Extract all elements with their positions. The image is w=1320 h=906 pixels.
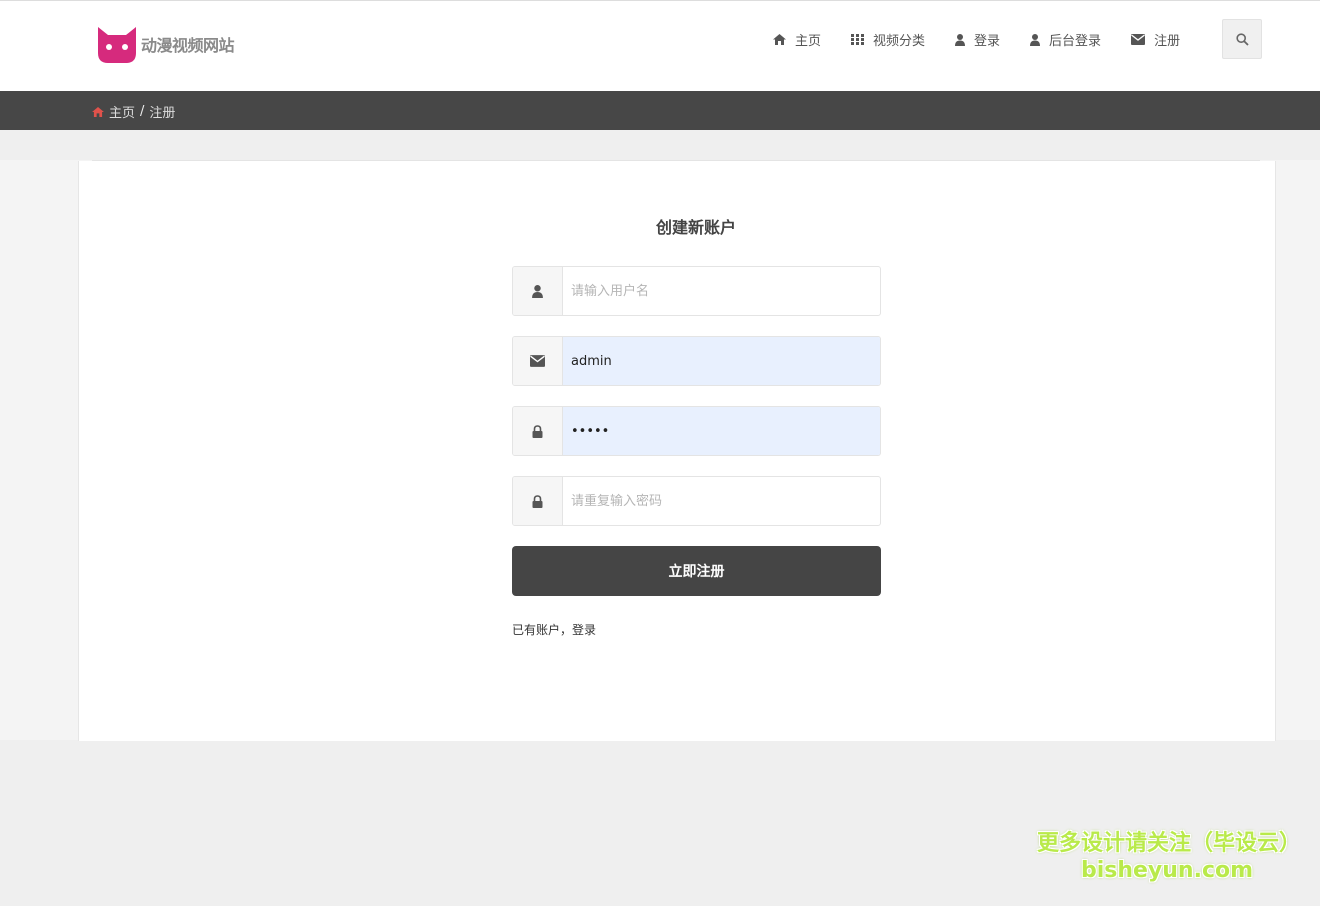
card-divider [92, 160, 1260, 161]
nav-item-admin-login[interactable]: 后台登录 [1030, 30, 1101, 49]
password-field-group [512, 406, 881, 456]
site-header: 动漫视频网站 主页 视频分类 登录 后台登录 注册 [0, 0, 1320, 91]
watermark-line-2: bisheyun.com [1080, 858, 1254, 883]
nav-item-register[interactable]: 注册 [1131, 30, 1180, 49]
search-button[interactable] [1222, 19, 1262, 59]
lock-icon [532, 494, 543, 508]
nav-item-label: 视频分类 [873, 34, 926, 49]
site-logo[interactable]: 动漫视频网站 [96, 25, 235, 63]
email-field-group [512, 336, 881, 386]
nav-item-label: 后台登录 [1049, 34, 1102, 49]
watermark: 更多设计请关注（毕设云） bisheyun.com [1037, 830, 1302, 884]
watermark-line-1: 更多设计请关注（毕设云） [1037, 831, 1302, 856]
password-input[interactable] [563, 407, 880, 455]
home-icon [773, 34, 786, 45]
username-input[interactable] [563, 267, 880, 315]
email-addon [513, 337, 563, 385]
envelope-icon [1131, 34, 1146, 45]
breadcrumb-home-link[interactable]: 主页 [109, 102, 135, 121]
confirm-password-addon [513, 477, 563, 525]
lock-icon [532, 424, 543, 438]
confirm-password-field-group [512, 476, 881, 526]
user-icon [532, 284, 543, 298]
user-icon [1030, 33, 1041, 46]
breadcrumb-current: 注册 [149, 106, 176, 121]
username-addon [513, 267, 563, 315]
cat-logo-icon [98, 27, 136, 63]
nav-item-categories[interactable]: 视频分类 [851, 30, 925, 49]
nav-item-home[interactable]: 主页 [773, 30, 821, 49]
nav-item-label: 登录 [974, 34, 1001, 49]
home-icon [92, 106, 104, 117]
envelope-icon [530, 355, 545, 367]
login-prompt: 已有账户，登录 [512, 621, 596, 638]
nav-item-label: 主页 [795, 34, 822, 49]
register-submit-button[interactable]: 立即注册 [512, 546, 881, 596]
login-prompt-text: 已有账户， [512, 623, 573, 637]
breadcrumb-bar: 主页 / 注册 [0, 91, 1320, 130]
main-nav: 主页 视频分类 登录 后台登录 注册 [773, 30, 1210, 49]
search-icon [1235, 32, 1249, 46]
user-icon [955, 33, 966, 46]
breadcrumb: 主页 / 注册 [92, 102, 175, 121]
nav-item-login[interactable]: 登录 [955, 30, 1000, 49]
site-name: 动漫视频网站 [141, 36, 235, 55]
login-link[interactable]: 登录 [572, 623, 596, 637]
grid-icon [851, 34, 865, 45]
username-field-group [512, 266, 881, 316]
confirm-password-input[interactable] [563, 477, 880, 525]
breadcrumb-separator: / [140, 104, 145, 119]
form-title: 创建新账户 [655, 218, 736, 237]
email-input[interactable] [563, 337, 880, 385]
nav-item-label: 注册 [1154, 34, 1181, 49]
password-addon [513, 407, 563, 455]
